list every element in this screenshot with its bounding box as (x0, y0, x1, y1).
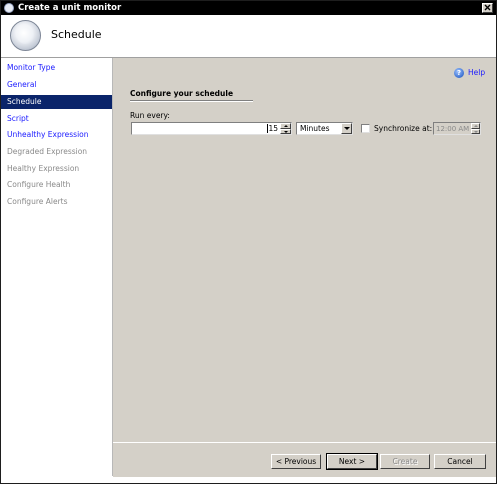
sidebar-item-configure-alerts: Configure Alerts (7, 197, 68, 206)
help-icon[interactable]: ? (454, 68, 464, 78)
run-every-stepper[interactable] (280, 123, 291, 134)
title-bar: Create a unit monitor (1, 1, 496, 15)
window-icon (4, 3, 14, 13)
run-every-label: Run every: (130, 111, 170, 120)
wizard-footer: < Previous Next > Create Cancel (113, 442, 496, 477)
arrow-down-icon (474, 130, 478, 133)
time-stepper (471, 123, 480, 134)
schedule-panel: ? Help Configure your schedule Run every… (113, 58, 496, 442)
create-button: Create (380, 454, 430, 469)
previous-button-label: < Previous (275, 457, 317, 466)
sidebar-item-monitor-type[interactable]: Monitor Type (1, 61, 112, 75)
synchronize-time-value: 12:00 AM (436, 125, 470, 133)
chevron-down-icon (344, 127, 350, 130)
cancel-button[interactable]: Cancel (434, 454, 486, 469)
close-icon (484, 4, 491, 11)
next-button[interactable]: Next > (326, 453, 378, 470)
arrow-up-icon (284, 125, 288, 127)
dropdown-button[interactable] (341, 123, 352, 134)
sidebar-item-configure-health: Configure Health (7, 180, 71, 189)
synchronize-label[interactable]: Synchronize at: (374, 124, 432, 134)
sidebar-item-general[interactable]: General (1, 78, 112, 92)
previous-button[interactable]: < Previous (271, 454, 321, 469)
wizard-header: Schedule (1, 15, 496, 58)
decrement-button[interactable] (280, 128, 291, 134)
create-button-label: Create (392, 457, 418, 466)
synchronize-time-input: 12:00 AM (433, 122, 481, 135)
monitor-icon (10, 20, 41, 51)
run-every-value: 15 (268, 124, 278, 133)
synchronize-checkbox[interactable] (361, 124, 370, 133)
unit-dropdown-value: Minutes (300, 124, 330, 133)
page-title: Schedule (51, 28, 102, 41)
section-divider (130, 100, 253, 102)
arrow-down-icon (284, 130, 288, 133)
arrow-up-icon (474, 125, 478, 127)
window-title: Create a unit monitor (18, 3, 122, 13)
sidebar-item-unhealthy-expression[interactable]: Unhealthy Expression (1, 128, 112, 142)
run-every-input[interactable]: 15 (131, 122, 292, 135)
sidebar-item-script[interactable]: Script (1, 112, 112, 126)
wizard-window: Create a unit monitor Schedule Monitor T… (0, 0, 497, 484)
time-decrement-button (471, 128, 480, 134)
sidebar-item-schedule[interactable]: Schedule (1, 95, 112, 109)
cancel-button-label: Cancel (447, 457, 473, 466)
wizard-sidebar: Monitor Type General Schedule Script Unh… (1, 58, 113, 476)
help-link[interactable]: Help (468, 68, 485, 78)
sidebar-item-healthy-expression: Healthy Expression (7, 164, 80, 173)
next-button-label: Next > (338, 457, 366, 466)
section-title: Configure your schedule (130, 89, 234, 98)
unit-dropdown[interactable]: Minutes (296, 122, 353, 135)
sidebar-item-degraded-expression: Degraded Expression (7, 147, 88, 156)
close-button[interactable] (482, 3, 493, 13)
